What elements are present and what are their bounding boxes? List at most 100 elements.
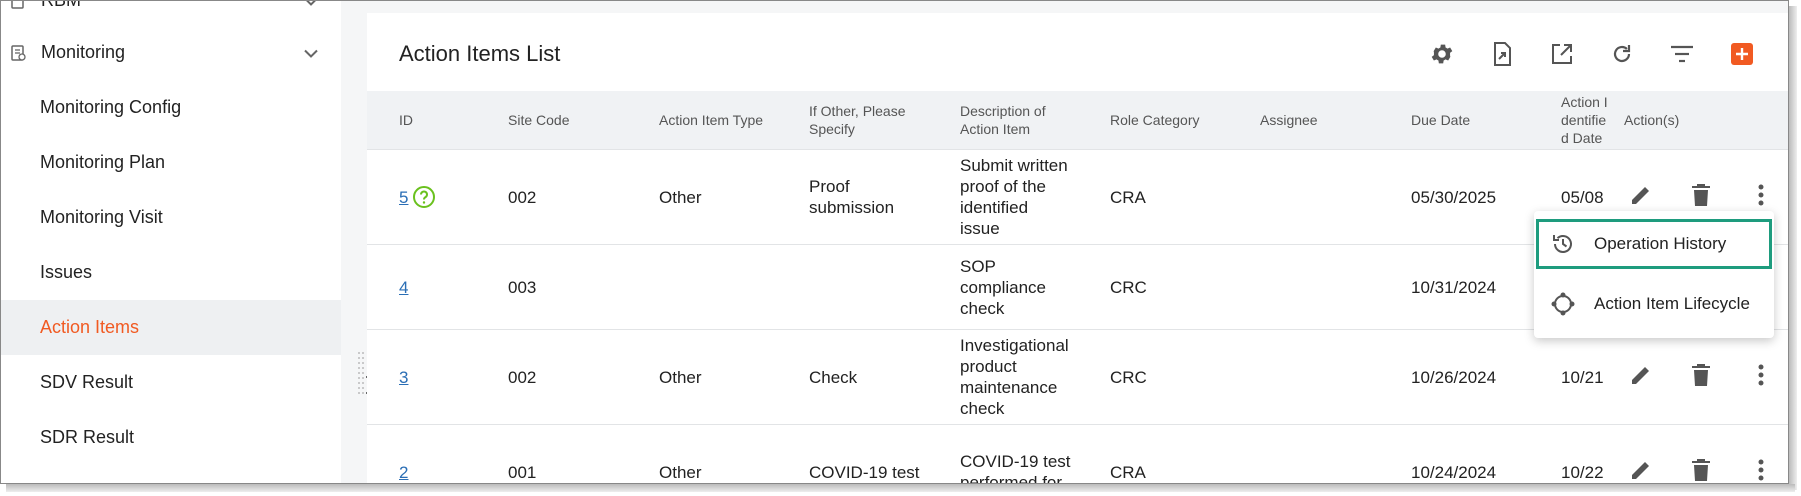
cell-due-date: 10/31/2024 — [1411, 277, 1497, 297]
row-id-link[interactable]: 4 — [399, 245, 408, 329]
table-row: 3 002 Other Check Investigational produc… — [367, 330, 1788, 425]
window-shadow — [6, 484, 1795, 492]
cell-due-date: 05/30/2025 — [1411, 187, 1497, 207]
gear-icon — [1429, 41, 1455, 72]
sidebar-item-monitoring-visit[interactable]: Monitoring Visit — [1, 190, 341, 245]
cell-description: Investigational product maintenance chec… — [960, 336, 1069, 418]
sidebar-item-label: Monitoring — [41, 42, 126, 62]
delete-button[interactable] — [1688, 458, 1714, 484]
row-actions-menu: Operation History Action Item Lifecycle — [1534, 211, 1774, 338]
more-vertical-icon — [1758, 184, 1764, 211]
sidebar-item-label: Monitoring Config — [40, 97, 182, 117]
cell-other: Check — [809, 367, 858, 387]
menu-item-label: Action Item Lifecycle — [1594, 294, 1750, 313]
edit-button[interactable] — [1628, 364, 1654, 390]
import-icon — [1490, 41, 1514, 72]
sidebar-item-label: RBM — [41, 0, 81, 10]
column-header-other[interactable]: If Other, Please Specify — [809, 91, 919, 149]
settings-button[interactable] — [1427, 41, 1457, 71]
sidebar-item-rbm[interactable]: RBM — [1, 0, 341, 28]
lifecycle-icon — [1550, 291, 1576, 317]
cell-description: Submit written proof of the identified i… — [960, 156, 1068, 238]
trash-icon — [1690, 458, 1712, 484]
column-header-identified-date[interactable]: Action Identified Date — [1561, 91, 1613, 149]
sidebar-item-monitoring-plan[interactable]: Monitoring Plan — [1, 135, 341, 190]
cell-due-date: 10/24/2024 — [1411, 462, 1497, 482]
menu-item-label: Operation History — [1594, 234, 1727, 253]
more-options-button[interactable] — [1748, 184, 1774, 210]
more-options-button[interactable] — [1748, 459, 1774, 484]
cell-description: SOP compliance check — [960, 256, 1046, 318]
column-header-type[interactable]: Action Item Type — [659, 91, 764, 149]
cell-type: Other — [659, 367, 702, 387]
chevron-down-icon[interactable] — [303, 42, 319, 63]
add-icon — [1730, 42, 1754, 71]
add-button[interactable] — [1727, 41, 1757, 71]
cell-type: Other — [659, 187, 702, 207]
pencil-icon — [1629, 183, 1653, 212]
more-options-button[interactable] — [1748, 364, 1774, 390]
column-header-role-category[interactable]: Role Category — [1110, 91, 1240, 149]
sidebar-item-action-items[interactable]: Action Items — [1, 300, 341, 355]
delete-button[interactable] — [1688, 363, 1714, 392]
export-icon — [1550, 42, 1574, 71]
cell-site-code: 002 — [508, 187, 537, 207]
export-button[interactable] — [1547, 41, 1577, 71]
table-row: 2 001 Other COVID-19 test COVID-19 test … — [367, 425, 1788, 484]
cell-site-code: 003 — [508, 277, 537, 297]
column-header-actions: Action(s) — [1624, 112, 1680, 128]
row-id-link[interactable]: 3 — [399, 330, 408, 424]
cell-type: Other — [659, 462, 702, 482]
refresh-icon — [1610, 42, 1634, 71]
monitoring-icon — [9, 44, 27, 62]
sidebar-item-label: Monitoring Plan — [40, 152, 166, 172]
cell-role-category: CRC — [1110, 367, 1147, 387]
cell-role-category: CRA — [1110, 187, 1146, 207]
sidebar-item-label: Action Items — [40, 317, 140, 337]
column-header-assignee[interactable]: Assignee — [1260, 91, 1390, 149]
cell-identified-date: 10/21 — [1561, 367, 1604, 387]
column-header-description[interactable]: Description of Action Item — [960, 91, 1070, 149]
sidebar-item-issues[interactable]: Issues — [1, 245, 341, 300]
filter-icon — [1670, 44, 1694, 69]
edit-button[interactable] — [1628, 184, 1654, 210]
trash-icon — [1690, 363, 1712, 392]
question-help-icon[interactable] — [412, 185, 436, 209]
edit-button[interactable] — [1628, 459, 1654, 483]
more-vertical-icon — [1758, 364, 1764, 391]
column-header-due-date[interactable]: Due Date — [1411, 91, 1541, 149]
cell-identified-date: 10/22 — [1561, 462, 1604, 482]
column-header-site-code[interactable]: Site Code — [508, 91, 628, 149]
sidebar-item-monitoring[interactable]: Monitoring — [1, 25, 341, 80]
sidebar-item-label: SDR Result — [40, 427, 135, 447]
cell-role-category: CRA — [1110, 462, 1146, 482]
sidebar-item-sdv-result[interactable]: SDV Result — [1, 355, 341, 410]
column-header-id[interactable]: ID — [399, 91, 489, 149]
sidebar-item-monitoring-config[interactable]: Monitoring Config — [1, 80, 341, 135]
cell-site-code: 002 — [508, 367, 537, 387]
cell-description: COVID-19 test performed for — [960, 452, 1071, 484]
trash-icon — [1690, 183, 1712, 212]
sidebar: RBM Monitoring Monitoring Config Monitor… — [1, 0, 341, 483]
delete-button[interactable] — [1688, 183, 1714, 212]
cell-other: Proof submission — [809, 177, 895, 217]
sidebar-item-label: Monitoring Visit — [40, 207, 163, 227]
cell-due-date: 10/26/2024 — [1411, 367, 1497, 387]
menu-item-action-item-lifecycle[interactable]: Action Item Lifecycle — [1534, 277, 1774, 331]
cell-other: COVID-19 test — [809, 462, 920, 482]
pencil-icon — [1629, 363, 1653, 392]
filter-button[interactable] — [1667, 41, 1697, 71]
resize-handle[interactable] — [357, 351, 365, 395]
more-vertical-icon — [1758, 459, 1764, 484]
row-id-link[interactable]: 2 — [399, 425, 408, 483]
menu-item-operation-history[interactable]: Operation History — [1534, 217, 1774, 271]
chevron-down-icon — [303, 1, 319, 11]
sidebar-item-sdr-result[interactable]: SDR Result — [1, 410, 341, 465]
cell-role-category: CRC — [1110, 277, 1147, 297]
import-button[interactable] — [1487, 41, 1517, 71]
cell-site-code: 001 — [508, 462, 537, 482]
page-title: Action Items List — [399, 41, 561, 66]
refresh-button[interactable] — [1607, 41, 1637, 71]
row-id-link[interactable]: 5 — [399, 187, 408, 208]
window-shadow — [1789, 6, 1797, 490]
